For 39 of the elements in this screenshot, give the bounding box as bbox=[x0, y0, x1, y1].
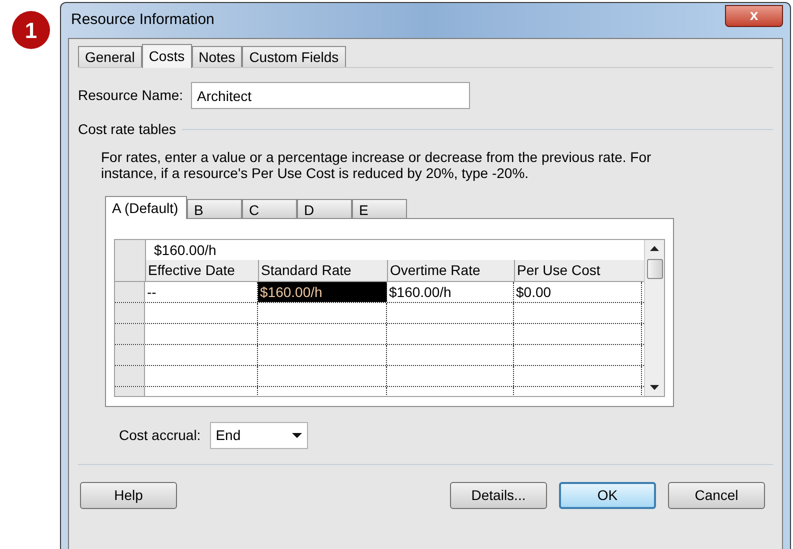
column-header: Effective Date bbox=[145, 260, 258, 281]
row-header[interactable] bbox=[115, 324, 145, 344]
column-header: Per Use Cost bbox=[514, 260, 642, 281]
rate-table-tab[interactable]: D bbox=[297, 199, 352, 218]
window-title: Resource Information bbox=[70, 10, 214, 30]
row-header[interactable] bbox=[115, 366, 145, 386]
column-header: Overtime Rate bbox=[387, 260, 514, 281]
tab[interactable]: Costs bbox=[142, 44, 192, 68]
table-cell[interactable]: $0.00 bbox=[514, 282, 642, 302]
rate-table-tab[interactable]: C bbox=[242, 199, 297, 218]
tab[interactable]: Custom Fields bbox=[242, 46, 346, 67]
group-heading: Cost rate tables bbox=[78, 120, 176, 139]
cost-accrual-dropdown[interactable]: End bbox=[210, 422, 308, 449]
dialog-button[interactable]: Cancel bbox=[668, 482, 765, 509]
scrollbar[interactable] bbox=[644, 240, 664, 396]
column-header: Standard Rate bbox=[258, 260, 387, 281]
scroll-down-icon[interactable] bbox=[650, 385, 659, 390]
dialog-button[interactable]: OK bbox=[559, 482, 656, 509]
scroll-thumb[interactable] bbox=[646, 259, 662, 279]
instructions-text: For rates, enter a value or a percentage increase or decrease from the previous rate. For instance, if a resource's Per Use Cost is reduced by 20%, type -20%. bbox=[101, 149, 652, 181]
dialog-button[interactable]: Details... bbox=[450, 482, 547, 509]
row-header[interactable] bbox=[115, 303, 145, 323]
tab[interactable]: General bbox=[78, 46, 142, 67]
step-badge: 1 bbox=[12, 11, 50, 49]
scroll-up-icon[interactable] bbox=[650, 246, 659, 251]
rate-table-tab[interactable]: A (Default) bbox=[105, 196, 187, 219]
dialog-button[interactable]: Help bbox=[80, 482, 177, 509]
row-header[interactable] bbox=[115, 282, 145, 302]
corner-header bbox=[115, 240, 145, 260]
resource-name-field[interactable]: Architect bbox=[191, 82, 470, 109]
rate-table-tab[interactable]: E bbox=[352, 199, 407, 218]
table-cell[interactable]: $160.00/h bbox=[258, 282, 387, 302]
dropdown-arrow-icon bbox=[292, 433, 302, 438]
field-label: Resource Name: bbox=[78, 86, 184, 105]
tab[interactable]: Notes bbox=[192, 46, 242, 67]
row-header[interactable] bbox=[115, 345, 145, 365]
rate-table-tab[interactable]: B bbox=[187, 199, 242, 218]
field-label: Cost accrual: bbox=[119, 426, 201, 445]
table-cell[interactable]: $160.00/h bbox=[387, 282, 514, 302]
